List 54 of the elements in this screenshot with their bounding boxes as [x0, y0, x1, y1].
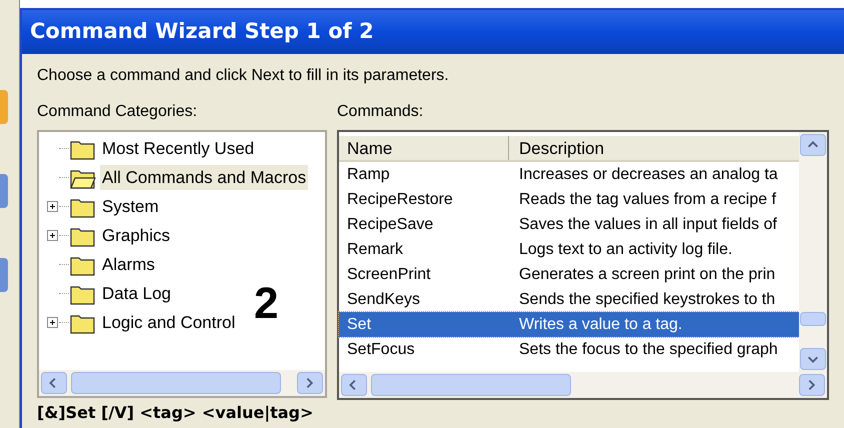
scroll-right-button[interactable]: [297, 372, 323, 394]
description-cell-text: Saves the values in all input fields of: [518, 214, 778, 234]
annotation-number: 2: [254, 282, 278, 326]
description-cell-text: Sends the specified keystrokes to th: [518, 290, 776, 310]
scroll-thumb[interactable]: [71, 372, 281, 394]
scroll-left-button[interactable]: [341, 374, 367, 396]
expand-plus-icon[interactable]: [46, 230, 58, 241]
command-row[interactable]: RecipeRestore Reads the tag values from a recipe f: [339, 187, 799, 212]
expand-plus-icon[interactable]: [46, 317, 58, 328]
name-cell-text: Ramp: [346, 164, 391, 184]
command-row[interactable]: SetFocus Sets the focus to the specified graph: [339, 337, 799, 362]
category-item[interactable]: Most Recently Used: [100, 136, 256, 162]
syntax-text: [&]Set [/V] <tag> <value|tag>: [37, 403, 314, 422]
expand-plus-icon[interactable]: [46, 201, 58, 212]
command-row[interactable]: RecipeSave Saves the values in all input fields of: [339, 212, 799, 237]
vertical-scrollbar[interactable]: [799, 132, 827, 372]
name-cell-text: RecipeRestore: [346, 190, 454, 210]
scroll-up-button[interactable]: [800, 134, 826, 156]
scroll-left-button[interactable]: [41, 372, 67, 394]
column-header[interactable]: Name: [339, 136, 509, 160]
category-item[interactable]: Logic and Control: [100, 310, 238, 336]
command-row[interactable]: Ramp Increases or decreases an analog ta: [339, 162, 799, 187]
horizontal-scrollbar[interactable]: [339, 372, 827, 398]
command-row[interactable]: Set Writes a value to a tag.: [339, 312, 799, 337]
commands-label: Commands:: [337, 102, 424, 122]
scroll-right-button[interactable]: [799, 374, 825, 396]
description-cell-text: Writes a value to a tag.: [518, 314, 684, 334]
window-title: Command Wizard Step 1 of 2: [30, 18, 374, 46]
categories-label: Command Categories:: [37, 102, 198, 122]
category-item[interactable]: System: [100, 194, 161, 220]
name-cell-text: ScreenPrint: [346, 264, 432, 284]
command-row[interactable]: Remark Logs text to an activity log file.: [339, 237, 799, 262]
scroll-thumb[interactable]: [371, 374, 571, 396]
command-row[interactable]: ScreenPrint Generates a screen print on the prin: [339, 262, 799, 287]
scroll-down-button[interactable]: [800, 348, 826, 370]
description-cell-text: Logs text to an activity log file.: [518, 240, 734, 260]
column-header[interactable]: Description: [509, 136, 799, 160]
command-row[interactable]: SendKeys Sends the specified keystrokes to th: [339, 287, 799, 312]
description-cell-text: Reads the tag values from a recipe f: [518, 190, 778, 210]
name-cell-text: Set: [346, 314, 372, 334]
category-item[interactable]: Alarms: [100, 252, 157, 278]
description-cell-text: Generates a screen print on the prin: [518, 264, 776, 284]
name-cell-text: Remark: [346, 240, 404, 260]
category-item[interactable]: Graphics: [100, 222, 172, 248]
name-cell-text: SendKeys: [346, 290, 421, 310]
category-item[interactable]: All Commands and Macros: [100, 164, 308, 190]
category-item[interactable]: Data Log: [100, 280, 173, 306]
description-cell-text: Increases or decreases an analog ta: [518, 164, 779, 184]
name-cell-text: RecipeSave: [346, 214, 434, 234]
description-cell-text: Sets the focus to the specified graph: [518, 340, 779, 360]
scroll-thumb[interactable]: [800, 312, 826, 326]
instruction-text: Choose a command and click Next to fill in its parameters.: [37, 66, 450, 86]
horizontal-scrollbar[interactable]: [39, 370, 325, 396]
name-cell-text: SetFocus: [346, 340, 416, 360]
